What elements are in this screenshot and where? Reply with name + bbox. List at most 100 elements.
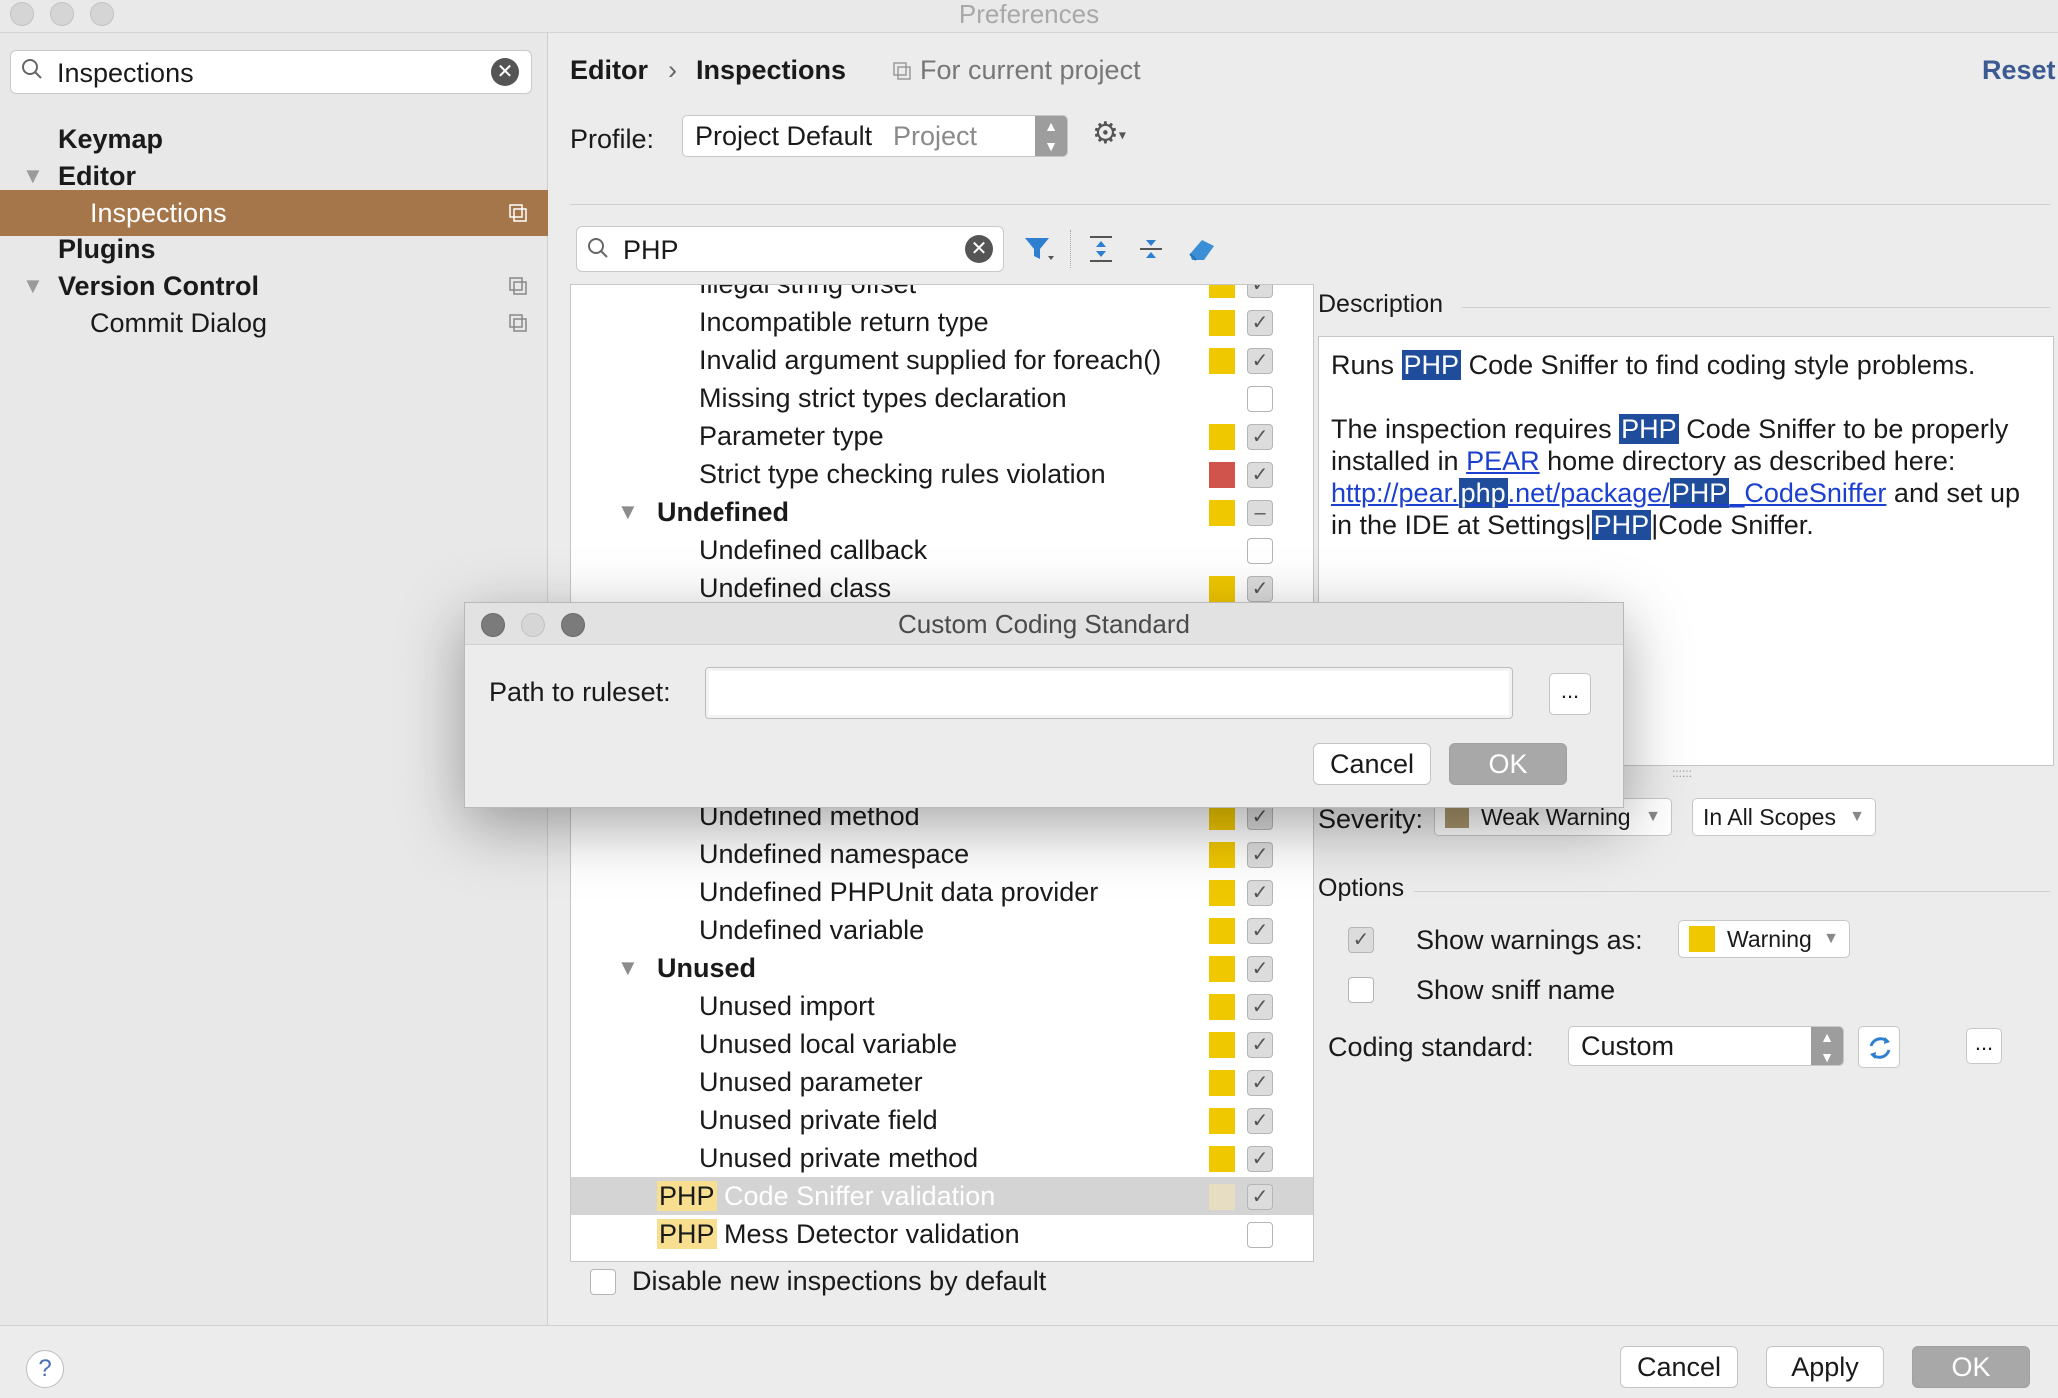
list-item[interactable]: Undefined namespace ✓ bbox=[571, 835, 1313, 873]
divider bbox=[1462, 307, 2050, 308]
enabled-checkbox[interactable]: ✓ bbox=[1247, 880, 1273, 906]
severity-swatch bbox=[1209, 1184, 1235, 1210]
warning-level-select[interactable]: Warning ▼ bbox=[1678, 920, 1850, 958]
divider bbox=[570, 204, 2050, 205]
enabled-checkbox[interactable]: ✓ bbox=[1247, 994, 1273, 1020]
clear-search-icon[interactable]: ✕ bbox=[491, 58, 519, 86]
list-item[interactable]: Invalid argument supplied for foreach() … bbox=[571, 341, 1313, 379]
filter-icon[interactable] bbox=[1022, 232, 1056, 266]
expand-all-icon[interactable] bbox=[1084, 232, 1118, 266]
coding-standard-select[interactable]: Custom ▲ ▼ bbox=[1568, 1026, 1844, 1066]
reset-to-defaults-eraser-icon[interactable] bbox=[1184, 232, 1218, 266]
coding-standard-label: Coding standard: bbox=[1328, 1032, 1534, 1062]
chevron-down-icon: ▼ bbox=[1823, 930, 1839, 947]
enabled-checkbox[interactable]: ✓ bbox=[1247, 285, 1273, 298]
list-item[interactable]: Unused local variable ✓ bbox=[571, 1025, 1313, 1063]
list-item[interactable]: Unused import ✓ bbox=[571, 987, 1313, 1025]
collapse-all-icon[interactable] bbox=[1134, 232, 1168, 266]
php-match-highlight: PHP bbox=[657, 1219, 717, 1249]
list-item[interactable]: Incompatible return type ✓ bbox=[571, 303, 1313, 341]
list-item[interactable]: Missing strict types declaration bbox=[571, 379, 1313, 417]
list-item[interactable]: Unused parameter ✓ bbox=[571, 1063, 1313, 1101]
enabled-checkbox[interactable]: ✓ bbox=[1247, 1032, 1273, 1058]
divider bbox=[1414, 891, 2050, 892]
tree-group-undefined[interactable]: ▼ Undefined – bbox=[571, 493, 1313, 531]
list-item[interactable]: Parameter type ✓ bbox=[571, 417, 1313, 455]
cancel-button[interactable]: Cancel bbox=[1620, 1346, 1738, 1388]
help-button[interactable]: ? bbox=[26, 1350, 64, 1388]
enabled-checkbox[interactable]: ✓ bbox=[1247, 1070, 1273, 1096]
list-item-code-sniffer[interactable]: PHP Code Sniffer validation ✓ bbox=[571, 1177, 1313, 1215]
apply-button[interactable]: Apply bbox=[1766, 1346, 1884, 1388]
enabled-checkbox[interactable]: ✓ bbox=[1247, 576, 1273, 602]
dialog-cancel-button[interactable]: Cancel bbox=[1313, 743, 1431, 785]
description-paragraph: The inspection requires PHP Code Sniffer… bbox=[1331, 414, 2021, 540]
settings-search-input[interactable]: Inspections ✕ bbox=[10, 50, 532, 94]
dialog-title: Custom Coding Standard bbox=[898, 609, 1190, 639]
gear-icon[interactable]: ⚙▾ bbox=[1092, 116, 1126, 151]
dialog-ok-button[interactable]: OK bbox=[1449, 743, 1567, 785]
codesniffer-link[interactable]: http://pear.php.net/package/PHP_CodeSnif… bbox=[1331, 478, 1886, 508]
list-item[interactable]: Undefined callback bbox=[571, 531, 1313, 569]
clear-filter-icon[interactable]: ✕ bbox=[965, 235, 993, 263]
profile-value: Project Default bbox=[695, 121, 873, 151]
list-item[interactable]: Unused private method ✓ bbox=[571, 1139, 1313, 1177]
show-sniff-name-checkbox[interactable] bbox=[1348, 977, 1374, 1003]
expand-triangle-icon[interactable]: ▼ bbox=[617, 949, 639, 987]
profile-kind: Project bbox=[893, 121, 978, 151]
browse-standard-button[interactable]: ... bbox=[1966, 1028, 2002, 1064]
list-item-mess-detector[interactable]: PHP Mess Detector validation bbox=[571, 1215, 1313, 1253]
disable-new-inspections-label: Disable new inspections by default bbox=[632, 1266, 1047, 1296]
ok-button[interactable]: OK bbox=[1912, 1346, 2030, 1388]
enabled-checkbox[interactable]: ✓ bbox=[1247, 1108, 1273, 1134]
dialog-titlebar: Custom Coding Standard bbox=[465, 603, 1623, 645]
enabled-checkbox[interactable] bbox=[1247, 386, 1273, 412]
enabled-checkbox[interactable]: ✓ bbox=[1247, 842, 1273, 868]
enabled-checkbox[interactable]: ✓ bbox=[1247, 462, 1273, 488]
list-item[interactable]: Undefined PHPUnit data provider ✓ bbox=[571, 873, 1313, 911]
expand-triangle-icon[interactable]: ▼ bbox=[617, 493, 639, 531]
sidebar-item-commit-dialog[interactable]: Commit Dialog bbox=[0, 300, 548, 346]
description-paragraph: Runs PHP Code Sniffer to find coding sty… bbox=[1331, 350, 1976, 380]
enabled-checkbox[interactable]: ✓ bbox=[1247, 1184, 1273, 1210]
severity-swatch bbox=[1209, 1070, 1235, 1096]
show-warnings-checkbox[interactable]: ✓ bbox=[1348, 927, 1374, 953]
severity-swatch bbox=[1209, 500, 1235, 526]
severity-swatch bbox=[1209, 1032, 1235, 1058]
breadcrumb-editor[interactable]: Editor bbox=[570, 55, 648, 86]
show-warnings-label: Show warnings as: bbox=[1416, 925, 1643, 955]
refresh-standards-button[interactable] bbox=[1858, 1026, 1900, 1068]
enabled-checkbox[interactable]: ✓ bbox=[1247, 918, 1273, 944]
tree-group-unused[interactable]: ▼ Unused ✓ bbox=[571, 949, 1313, 987]
toolbar-separator bbox=[1070, 230, 1071, 268]
severity-swatch bbox=[1209, 285, 1235, 298]
scope-note: For current project bbox=[920, 55, 1141, 85]
enabled-checkbox[interactable]: ✓ bbox=[1247, 348, 1273, 374]
list-item[interactable]: Undefined variable ✓ bbox=[571, 911, 1313, 949]
project-scope-icon bbox=[893, 62, 911, 80]
enabled-checkbox[interactable] bbox=[1247, 1222, 1273, 1248]
pear-link[interactable]: PEAR bbox=[1466, 446, 1540, 476]
inspection-filter-input[interactable]: PHP ✕ bbox=[576, 226, 1004, 272]
profile-select[interactable]: Project Default Project ▲ ▼ bbox=[682, 115, 1068, 157]
project-scope-icon bbox=[509, 204, 527, 222]
browse-ruleset-button[interactable]: ... bbox=[1549, 673, 1591, 715]
splitter-handle[interactable]: :::::: bbox=[1672, 766, 1692, 780]
path-to-ruleset-input[interactable] bbox=[705, 667, 1513, 719]
enabled-checkbox[interactable]: ✓ bbox=[1247, 956, 1273, 982]
list-item[interactable]: Illegal string offset ✓ bbox=[571, 285, 1313, 303]
list-item[interactable]: Unused private field ✓ bbox=[571, 1101, 1313, 1139]
stepper-icon: ▲ ▼ bbox=[1035, 116, 1067, 156]
scope-select[interactable]: In All Scopes ▼ bbox=[1692, 798, 1876, 836]
enabled-checkbox[interactable] bbox=[1247, 538, 1273, 564]
path-to-ruleset-label: Path to ruleset: bbox=[489, 677, 671, 707]
enabled-checkbox[interactable]: ✓ bbox=[1247, 310, 1273, 336]
enabled-checkbox[interactable]: – bbox=[1247, 500, 1273, 526]
enabled-checkbox[interactable]: ✓ bbox=[1247, 1146, 1273, 1172]
severity-swatch bbox=[1209, 348, 1235, 374]
reset-link[interactable]: Reset bbox=[1982, 55, 2056, 86]
list-item[interactable]: Strict type checking rules violation ✓ bbox=[571, 455, 1313, 493]
disable-new-inspections-checkbox[interactable] bbox=[590, 1269, 616, 1295]
severity-swatch bbox=[1209, 956, 1235, 982]
enabled-checkbox[interactable]: ✓ bbox=[1247, 424, 1273, 450]
